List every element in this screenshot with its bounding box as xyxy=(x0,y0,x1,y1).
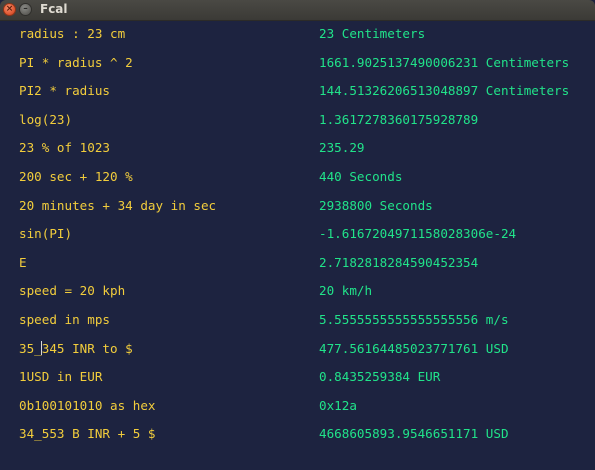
minimize-icon: – xyxy=(23,4,28,14)
result-text: 1661.9025137490006231 Centimeters xyxy=(319,54,570,70)
result-text: 235.29 xyxy=(319,140,365,156)
result-text: 440 Seconds xyxy=(319,169,403,184)
minimize-button[interactable]: – xyxy=(19,3,32,16)
expression-text-before-cursor: 35_ xyxy=(19,340,42,356)
calc-row: sin(PI) -1.6167204971158028306e-24 xyxy=(0,220,595,249)
result-text: 1.3617278360175928789 xyxy=(319,111,479,127)
calc-row: log(23) 1.3617278360175928789 xyxy=(0,106,595,135)
expression-text[interactable]: PI2 * radius xyxy=(19,77,110,106)
app-window: × – Fcal radius : 23 cm 23 Centimeters P… xyxy=(0,0,595,470)
expression-text[interactable]: 35_345 INR to $ xyxy=(19,335,133,364)
result-text: 0x12a xyxy=(319,397,357,413)
result-text: 2.7182818284590452354 xyxy=(319,254,479,270)
calc-row: E 2.7182818284590452354 xyxy=(0,249,595,278)
calc-row: 23 % of 1023 235.29 xyxy=(0,134,595,163)
result-text: 477.56164485023771761 USD xyxy=(319,340,509,356)
calc-row: 20 minutes + 34 day in sec 2938800 Secon… xyxy=(0,192,595,221)
result-text: 23 Centimeters xyxy=(319,26,426,41)
close-icon: × xyxy=(5,4,14,14)
calc-row: PI * radius ^ 2 1661.9025137490006231 Ce… xyxy=(0,49,595,78)
expression-text[interactable]: 34_553 B INR + 5 $ xyxy=(19,420,155,449)
expression-text[interactable]: PI * radius ^ 2 xyxy=(19,49,133,78)
title-bar[interactable]: × – Fcal xyxy=(0,0,595,21)
calc-row: PI2 * radius 144.51326206513048897 Centi… xyxy=(0,77,595,106)
result-text: 144.51326206513048897 Centimeters xyxy=(319,83,570,99)
expression-text[interactable]: E xyxy=(19,249,27,278)
calc-row: speed = 20 kph 20 km/h xyxy=(0,277,595,306)
expression-text[interactable]: speed = 20 kph xyxy=(19,277,125,306)
expression-text[interactable]: 23 % of 1023 xyxy=(19,134,110,163)
calc-row: 34_553 B INR + 5 $ 4668605893.9546651171… xyxy=(0,420,595,449)
expression-text[interactable]: 20 minutes + 34 day in sec xyxy=(19,192,216,221)
close-button[interactable]: × xyxy=(3,3,16,16)
calc-row: radius : 23 cm 23 Centimeters xyxy=(0,20,595,49)
calculator-editor[interactable]: radius : 23 cm 23 Centimeters PI * radiu… xyxy=(0,20,595,470)
calc-row: 1USD in EUR 0.8435259384 EUR xyxy=(0,363,595,392)
expression-text[interactable]: 1USD in EUR xyxy=(19,363,102,392)
result-text: -1.6167204971158028306e-24 xyxy=(319,226,517,242)
result-text: 5.5555555555555555556 m/s xyxy=(319,312,509,327)
calc-row-active: 35_345 INR to $ 477.56164485023771761 US… xyxy=(0,335,595,364)
expression-text[interactable]: log(23) xyxy=(19,106,72,135)
expression-text-after-cursor: 345 INR to $ xyxy=(41,340,133,356)
expression-text[interactable]: speed in mps xyxy=(19,306,110,335)
expression-text[interactable]: sin(PI) xyxy=(19,220,72,249)
expression-text[interactable]: 200 sec + 120 % xyxy=(19,163,133,192)
result-text: 2938800 Seconds xyxy=(319,197,433,213)
result-text: 4668605893.9546651171 USD xyxy=(319,426,509,442)
window-title: Fcal xyxy=(40,2,68,16)
calc-row: 200 sec + 120 % 440 Seconds xyxy=(0,163,595,192)
result-text: 0.8435259384 EUR xyxy=(319,369,441,385)
result-text: 20 km/h xyxy=(319,283,373,299)
expression-text[interactable]: radius : 23 cm xyxy=(19,20,125,49)
expression-text[interactable]: 0b100101010 as hex xyxy=(19,392,155,421)
calc-row: 0b100101010 as hex 0x12a xyxy=(0,392,595,421)
calc-row: speed in mps 5.5555555555555555556 m/s xyxy=(0,306,595,335)
